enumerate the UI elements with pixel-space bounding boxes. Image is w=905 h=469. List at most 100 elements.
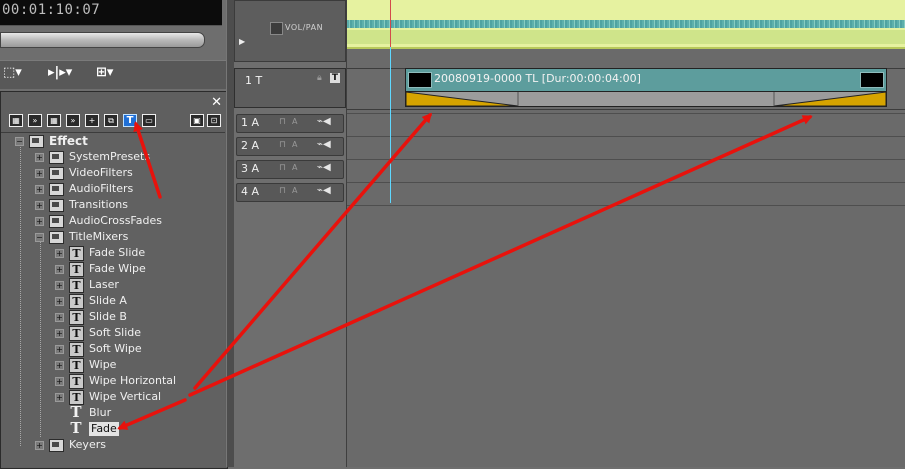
- title-effect-icon: T: [69, 326, 84, 341]
- title-clip[interactable]: 20080919-0000 TL [Dur:00:00:04:00]: [405, 68, 887, 92]
- title-mixer-icon[interactable]: T: [123, 114, 137, 127]
- expand-icon[interactable]: +: [55, 249, 64, 258]
- expand-arrow-icon[interactable]: ▶: [239, 37, 245, 46]
- tree-item[interactable]: + AudioCrossFades: [1, 213, 225, 229]
- audio-track-label: 4 A: [241, 185, 260, 198]
- tree-item[interactable]: + AudioFilters: [1, 181, 225, 197]
- fade-in-ramp: [406, 92, 519, 106]
- filmstrip-icon[interactable]: ▦: [9, 114, 23, 127]
- audio-track-header-3[interactable]: 3 A ⊓ A ⌁◀: [236, 160, 344, 179]
- tree-item-label: TitleMixers: [69, 230, 129, 243]
- tree-item[interactable]: + SystemPresets: [1, 149, 225, 165]
- audio-track-header-1[interactable]: 1 A ⊓ A ⌁◀: [236, 114, 344, 133]
- tree-item[interactable]: + T Fade Slide: [1, 245, 225, 261]
- tree-item[interactable]: T Blur: [1, 405, 225, 421]
- tree-item-label: Wipe: [89, 358, 117, 371]
- title-track-label: 1 T: [245, 74, 263, 87]
- expand-icon[interactable]: +: [55, 329, 64, 338]
- folder-icon: [49, 199, 64, 212]
- tree-item[interactable]: − TitleMixers: [1, 229, 225, 245]
- tree-item[interactable]: + T Soft Slide: [1, 325, 225, 341]
- clip-label: 20080919-0000 TL [Dur:00:00:04:00]: [434, 72, 641, 85]
- clip-thumbnail-out: [860, 72, 884, 88]
- tree-item[interactable]: + Keyers: [1, 437, 225, 453]
- tree-item[interactable]: + T Wipe Vertical: [1, 389, 225, 405]
- title-effect-icon: T: [70, 419, 82, 437]
- title-mixer-bar[interactable]: [405, 91, 887, 107]
- tree-item[interactable]: T Fade: [1, 421, 225, 437]
- tree-item[interactable]: − Effect: [1, 133, 225, 149]
- record-icon[interactable]: A: [292, 117, 297, 126]
- transition-icon[interactable]: »: [28, 114, 42, 127]
- record-icon[interactable]: A: [292, 140, 297, 149]
- timeline[interactable]: 20080919-0000 TL [Dur:00:00:04:00]: [346, 0, 905, 467]
- lock-icon[interactable]: ⊓: [279, 186, 286, 196]
- vol-pan-icon[interactable]: [270, 22, 283, 35]
- tree-item[interactable]: + T Laser: [1, 277, 225, 293]
- expand-icon[interactable]: +: [35, 217, 44, 226]
- lock-icon[interactable]: ⊡: [207, 114, 221, 127]
- expand-icon[interactable]: +: [55, 393, 64, 402]
- folder-icon: [49, 215, 64, 228]
- tree-item[interactable]: + Transitions: [1, 197, 225, 213]
- expand-icon[interactable]: +: [55, 297, 64, 306]
- window-icon[interactable]: ▭: [142, 114, 156, 127]
- trim-mode-icon[interactable]: ▸|▸▾: [48, 65, 72, 85]
- waveform-speaker-icon[interactable]: ⌁◀: [317, 139, 331, 150]
- lock-icon[interactable]: 🔒︎: [317, 73, 322, 83]
- audio-track-header-2[interactable]: 2 A ⊓ A ⌁◀: [236, 137, 344, 156]
- expand-icon[interactable]: +: [55, 313, 64, 322]
- audio-waveform: [347, 0, 905, 49]
- track-divider: [347, 113, 905, 114]
- waveform-speaker-icon[interactable]: ⌁◀: [317, 116, 331, 127]
- title-effect-icon: T: [69, 374, 84, 389]
- title-effect-icon: T: [69, 246, 84, 261]
- close-icon[interactable]: ✕: [211, 95, 222, 110]
- title-effect-icon: T: [69, 278, 84, 293]
- record-icon[interactable]: A: [292, 186, 297, 195]
- title-track-header[interactable]: 1 T 🔒︎ T: [234, 68, 346, 108]
- expand-icon[interactable]: +: [35, 185, 44, 194]
- audio-crossfade-icon[interactable]: »: [66, 114, 80, 127]
- tree-item-label: Laser: [89, 278, 119, 291]
- tree-item[interactable]: + T Slide A: [1, 293, 225, 309]
- expand-icon[interactable]: +: [55, 281, 64, 290]
- keyer-icon[interactable]: ⧉: [104, 114, 118, 127]
- tree-item[interactable]: + VideoFilters: [1, 165, 225, 181]
- tree-item-label: Transitions: [69, 198, 128, 211]
- expand-icon[interactable]: +: [35, 201, 44, 210]
- tree-item[interactable]: + T Wipe: [1, 357, 225, 373]
- title-effect-icon: T: [70, 403, 82, 421]
- expand-icon[interactable]: +: [35, 153, 44, 162]
- add-icon[interactable]: +: [85, 114, 99, 127]
- tree-item-label: Fade: [89, 422, 119, 436]
- tree-item[interactable]: + T Slide B: [1, 309, 225, 325]
- expand-icon[interactable]: +: [35, 169, 44, 178]
- waveform-speaker-icon[interactable]: ⌁◀: [317, 162, 331, 173]
- video-filter-icon[interactable]: ▦: [47, 114, 61, 127]
- effect-tree: − Effect + SystemPresets + VideoFilters + Audio…: [1, 132, 225, 467]
- waveform-speaker-icon[interactable]: ⌁◀: [317, 185, 331, 196]
- tree-item-label: Effect: [49, 134, 88, 148]
- monitor-mode-icon[interactable]: ⬚▾: [3, 65, 22, 85]
- lock-icon[interactable]: ⊓: [279, 140, 286, 150]
- lock-icon[interactable]: ⊓: [279, 117, 286, 127]
- vol-pan-label: VOL/PAN: [285, 23, 324, 32]
- expand-icon[interactable]: +: [35, 441, 44, 450]
- tree-item[interactable]: + T Wipe Horizontal: [1, 373, 225, 389]
- expand-icon[interactable]: +: [55, 265, 64, 274]
- audio-track-header-4[interactable]: 4 A ⊓ A ⌁◀: [236, 183, 344, 202]
- sync-mode-icon[interactable]: ⊞▾: [96, 65, 113, 85]
- record-icon[interactable]: A: [292, 163, 297, 172]
- tree-item[interactable]: + T Fade Wipe: [1, 261, 225, 277]
- expand-icon[interactable]: +: [55, 377, 64, 386]
- tree-item[interactable]: + T Soft Wipe: [1, 341, 225, 357]
- tree-item-label: Soft Slide: [89, 326, 142, 339]
- position-slider[interactable]: [0, 32, 205, 48]
- lock-icon[interactable]: ⊓: [279, 163, 286, 173]
- collapse-icon[interactable]: −: [35, 233, 44, 242]
- expand-icon[interactable]: +: [55, 361, 64, 370]
- collapse-icon[interactable]: −: [15, 137, 24, 146]
- expand-icon[interactable]: +: [55, 345, 64, 354]
- properties-icon[interactable]: ▣: [190, 114, 204, 127]
